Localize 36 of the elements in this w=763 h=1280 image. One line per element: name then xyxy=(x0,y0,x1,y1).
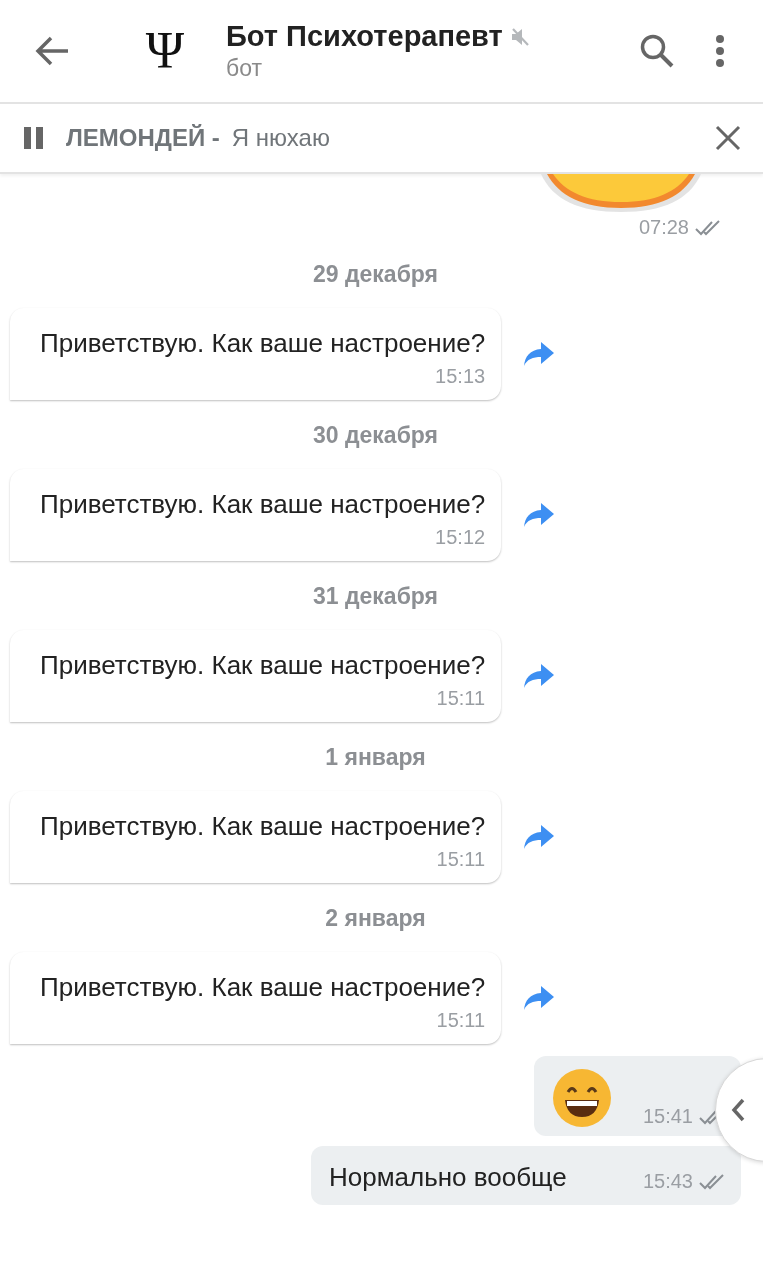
track-title: Я нюхаю xyxy=(231,124,331,152)
track-artist: ЛЕМОНДЕЙ - xyxy=(66,124,220,152)
date-label: 29 декабря xyxy=(312,261,438,288)
back-button[interactable] xyxy=(34,35,70,67)
message-time: 07:28 xyxy=(638,216,689,239)
message-time: 15:43 xyxy=(642,1170,693,1193)
chat-subtitle: бот xyxy=(226,55,263,82)
search-button[interactable] xyxy=(639,33,675,69)
forward-icon[interactable] xyxy=(523,985,556,1011)
forward-icon[interactable] xyxy=(523,824,556,850)
message-text: Приветствую. Как ваше настроение? xyxy=(40,489,486,520)
date-label: 2 января xyxy=(325,905,426,932)
forward-icon[interactable] xyxy=(523,663,556,689)
chevron-left-icon xyxy=(730,1097,746,1123)
forward-icon[interactable] xyxy=(523,502,556,528)
message-text: Приветствую. Как ваше настроение? xyxy=(40,972,486,1003)
message-text: Приветствую. Как ваше настроение? xyxy=(40,328,486,359)
message-time: 15:11 xyxy=(436,1009,486,1032)
smiley-icon xyxy=(552,1068,612,1128)
close-button[interactable] xyxy=(715,125,741,151)
pause-button[interactable] xyxy=(22,126,46,150)
date-label: 31 декабря xyxy=(312,583,438,610)
message-text: Нормально вообще xyxy=(329,1162,567,1193)
avatar[interactable]: Ψ xyxy=(130,25,200,77)
message-time: 15:13 xyxy=(435,365,486,388)
menu-button[interactable] xyxy=(715,34,725,68)
message-time: 15:11 xyxy=(436,687,486,710)
chat-title: Бот Психотерапевт xyxy=(226,20,503,53)
date-label: 30 декабря xyxy=(312,422,438,449)
message-text: Приветствую. Как ваше настроение? xyxy=(40,650,486,681)
message-time: 15:12 xyxy=(435,526,486,549)
forward-icon[interactable] xyxy=(523,341,556,367)
message-time: 15:11 xyxy=(436,848,486,871)
message-text: Приветствую. Как ваше настроение? xyxy=(40,811,486,842)
message-time: 15:41 xyxy=(642,1105,693,1128)
date-label: 1 января xyxy=(325,744,426,771)
